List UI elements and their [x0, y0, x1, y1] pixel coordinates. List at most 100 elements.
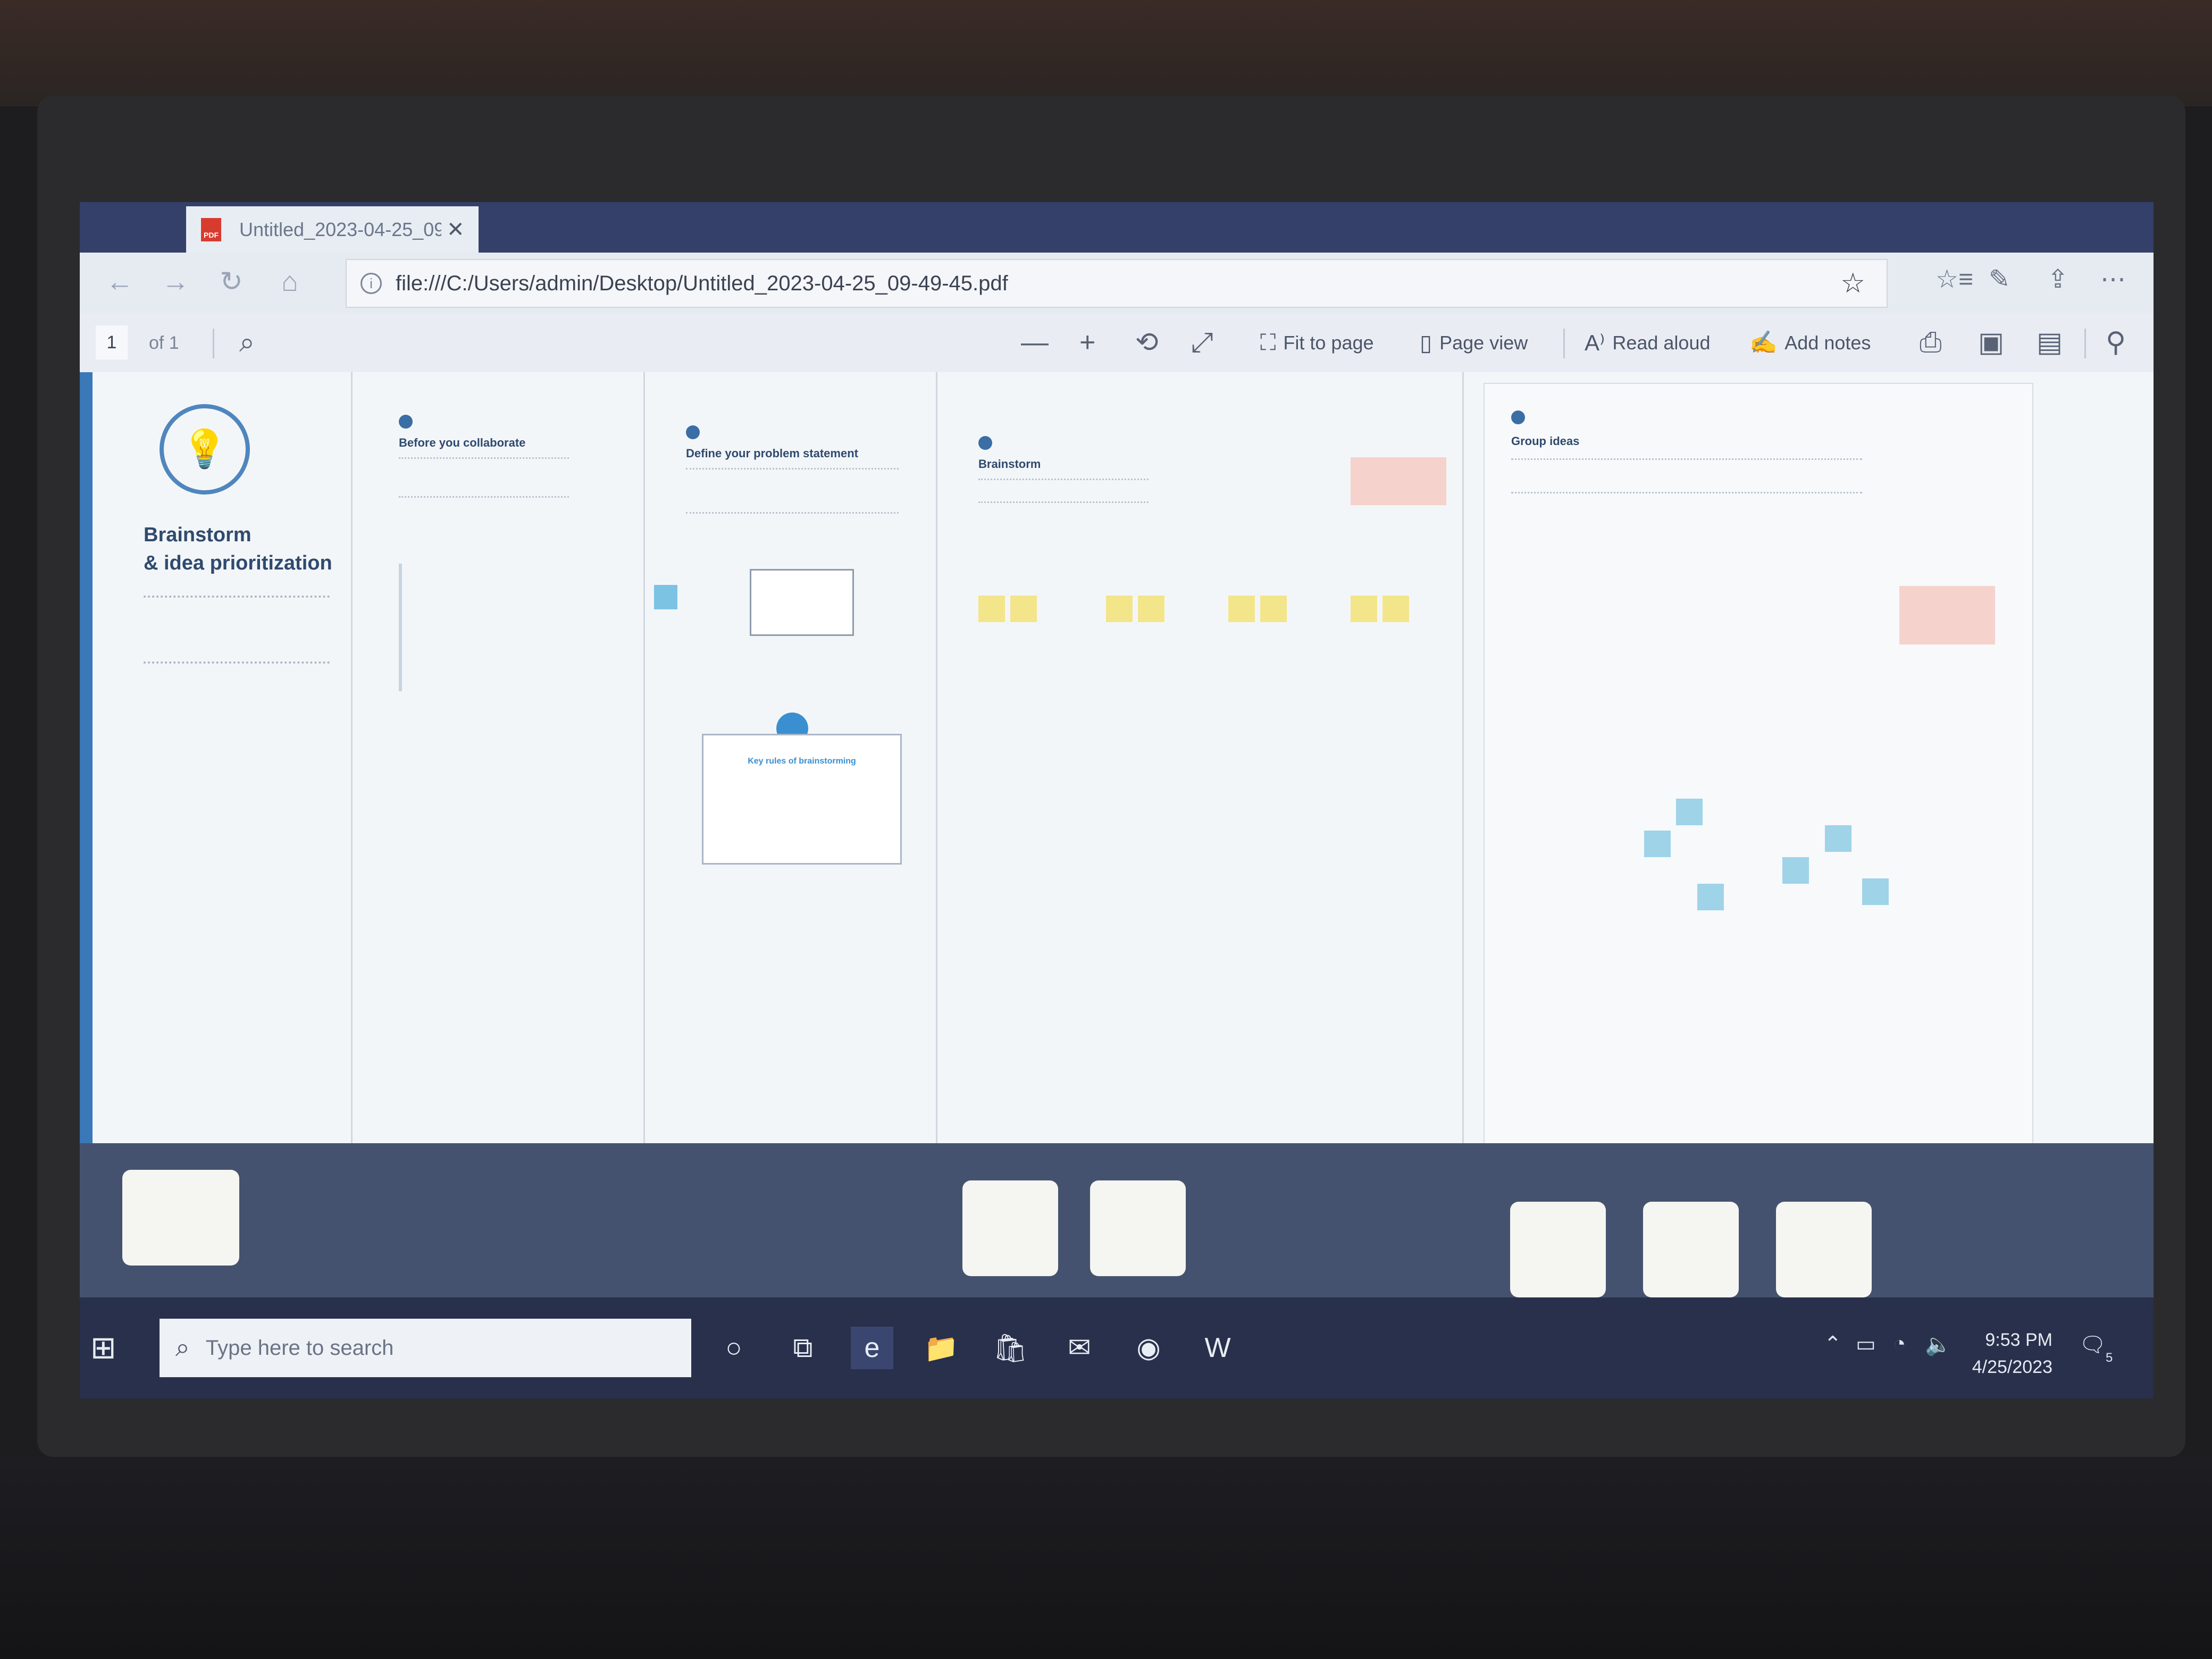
divider [213, 329, 214, 358]
sticky-note [1106, 596, 1133, 622]
fullscreen-icon[interactable]: ⤢ [1191, 326, 1213, 359]
sticky-note [1260, 596, 1287, 622]
sticky-note [1228, 596, 1255, 622]
favorites-list-icon[interactable]: ☆≡ [1936, 264, 1973, 294]
forward-arrow-icon[interactable]: → [157, 263, 194, 300]
column-divider [351, 372, 353, 1218]
column-divider [1462, 372, 1464, 1218]
add-notes-button[interactable]: ✍ Add notes [1749, 330, 1871, 356]
pen-icon[interactable]: ✎ [1989, 264, 2010, 294]
step-marker [978, 436, 992, 450]
step-thumbnail [1643, 1202, 1739, 1297]
prep-checklist [399, 564, 599, 691]
rotate-icon[interactable]: ⟲ [1135, 326, 1159, 358]
navigation-bar: ← → ↻ ⌂ i file:///C:/Users/admin/Desktop… [80, 253, 2154, 314]
battery-icon[interactable]: ▭ [1856, 1332, 1876, 1356]
print-icon[interactable]: ⎙ [1920, 326, 1942, 359]
tip-note [1351, 457, 1446, 505]
search-icon[interactable]: ⌕ [239, 326, 255, 359]
sticky-note [1644, 831, 1671, 857]
page-view-icon: ▯ [1420, 330, 1432, 355]
key-rules-box: Key rules of brainstorming [702, 734, 902, 865]
pdf-icon: PDF [201, 217, 221, 241]
favorite-star-icon[interactable]: ☆ [1840, 267, 1865, 299]
section-text [399, 457, 569, 498]
section-text [978, 479, 1149, 503]
read-aloud-button[interactable]: A⁾ Read aloud [1585, 330, 1711, 356]
cyan-marker [654, 585, 677, 609]
page-view-button[interactable]: ▯ Page view [1420, 330, 1528, 356]
windows-start-icon[interactable]: ⊞ [90, 1329, 116, 1365]
problem-statement-box [750, 569, 854, 636]
document-title: Brainstorm & idea prioritization [144, 521, 332, 577]
search-icon: ⌕ [175, 1334, 190, 1362]
pdf-document[interactable]: 💡 Brainstorm & idea prioritization Befor… [80, 372, 2154, 1398]
clock-date: 4/25/2023 [1972, 1357, 2052, 1377]
more-icon[interactable]: ⋯ [2100, 264, 2126, 294]
system-clock[interactable]: 9:53 PM 4/25/2023 [1972, 1327, 2052, 1381]
group-ideas-board: Group ideas [1484, 383, 2033, 1151]
fit-to-page-icon: ⛶ [1260, 330, 1276, 355]
show-hidden-icons-icon[interactable]: ⌃ [1824, 1332, 1842, 1356]
section-title: Before you collaborate [399, 436, 526, 449]
save-as-icon[interactable]: ▤ [2037, 326, 2063, 358]
page-count: of 1 [149, 333, 179, 353]
search-placeholder: Type here to search [205, 1336, 394, 1360]
notification-count: 5 [2106, 1351, 2113, 1365]
divider [1563, 329, 1565, 358]
step-marker [399, 415, 413, 429]
section-text [686, 468, 899, 514]
sticky-note [1862, 878, 1889, 905]
sticky-note [1676, 799, 1703, 825]
word-icon[interactable]: W [1196, 1327, 1239, 1369]
address-bar[interactable]: i file:///C:/Users/admin/Desktop/Untitle… [346, 259, 1888, 308]
cover-accent-bar [80, 372, 93, 1143]
refresh-icon[interactable]: ↻ [213, 263, 250, 300]
background-wall [0, 0, 2212, 106]
sticky-note [1697, 884, 1724, 910]
sticky-note [1825, 825, 1851, 852]
notification-center-icon[interactable]: 🗨 [2079, 1332, 2106, 1357]
section-title: Group ideas [1511, 434, 1580, 448]
cortana-icon[interactable]: ○ [713, 1327, 755, 1369]
back-arrow-icon[interactable]: ← [101, 263, 138, 300]
section-text [1511, 458, 1862, 493]
clock-time: 9:53 PM [1985, 1330, 2052, 1350]
zoom-out-icon[interactable]: — [1021, 326, 1049, 358]
fit-to-page-label: Fit to page [1283, 331, 1374, 354]
preview-card [122, 1170, 239, 1266]
step-marker [686, 425, 700, 439]
sticky-note [1138, 596, 1164, 622]
chrome-icon[interactable]: ◉ [1127, 1327, 1170, 1369]
screen: PDF Untitled_2023-04-25_09 ✕ ← → ↻ ⌂ i f… [80, 202, 2154, 1398]
browser-tab[interactable]: PDF Untitled_2023-04-25_09 ✕ [186, 206, 479, 253]
home-icon[interactable]: ⌂ [271, 263, 308, 300]
close-tab-icon[interactable]: ✕ [447, 217, 465, 242]
add-notes-label: Add notes [1784, 331, 1871, 354]
pin-toolbar-icon[interactable]: ⚲ [2106, 326, 2126, 358]
info-icon[interactable]: i [361, 273, 382, 294]
lightbulb-icon: 💡 [160, 404, 250, 495]
section-title: Define your problem statement [686, 447, 858, 460]
sticky-note [978, 596, 1005, 622]
wifi-icon[interactable]: ◔ [1893, 1332, 1906, 1356]
file-explorer-icon[interactable]: 📁 [920, 1327, 962, 1369]
step-thumbnail [962, 1180, 1058, 1276]
read-aloud-icon: A⁾ [1585, 330, 1605, 355]
mail-icon[interactable]: ✉ [1058, 1327, 1101, 1369]
task-view-icon[interactable]: ⧉ [782, 1327, 824, 1369]
page-view-label: Page view [1439, 331, 1528, 354]
taskbar-search-box[interactable]: ⌕ Type here to search [160, 1319, 691, 1377]
save-icon[interactable]: ▣ [1978, 326, 2004, 358]
edge-browser-icon[interactable]: e [851, 1327, 893, 1369]
microsoft-store-icon[interactable]: 🛍 [989, 1327, 1032, 1369]
fit-to-page-button[interactable]: ⛶ Fit to page [1260, 330, 1374, 356]
laptop-base [0, 1457, 2212, 1659]
page-number-input[interactable]: 1 [96, 325, 128, 359]
sticky-note [1382, 596, 1409, 622]
zoom-in-icon[interactable]: + [1079, 326, 1095, 358]
column-divider [643, 372, 645, 1218]
step-thumbnail [1090, 1180, 1186, 1276]
volume-icon[interactable]: 🔈 [1925, 1332, 1951, 1357]
share-icon[interactable]: ⇪ [2047, 264, 2068, 294]
